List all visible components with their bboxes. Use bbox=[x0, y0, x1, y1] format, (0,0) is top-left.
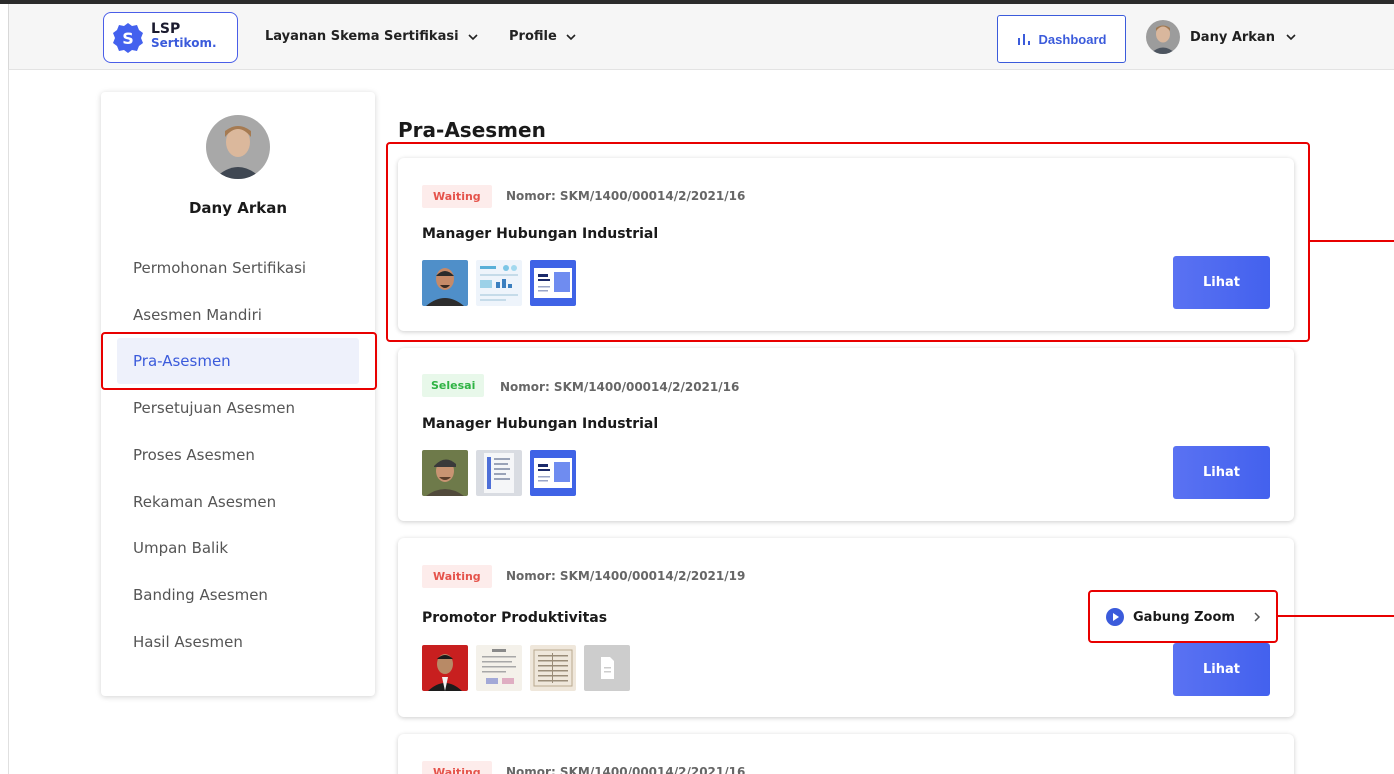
sidebar-item-hasil-asesmen[interactable]: Hasil Asesmen bbox=[133, 633, 243, 651]
lihat-button[interactable]: Lihat bbox=[1173, 256, 1270, 309]
bar-chart-icon bbox=[1017, 34, 1030, 45]
document-thumbnails bbox=[422, 260, 576, 306]
chevron-down-icon bbox=[467, 33, 478, 40]
card-title: Manager Hubungan Industrial bbox=[422, 226, 659, 242]
chevron-down-icon bbox=[566, 33, 576, 40]
status-badge: Waiting bbox=[422, 565, 492, 588]
document-thumbnail[interactable] bbox=[530, 645, 576, 691]
avatar bbox=[1146, 20, 1180, 54]
document-thumbnail[interactable] bbox=[476, 450, 522, 496]
svg-text:S: S bbox=[122, 29, 134, 48]
lihat-button[interactable]: Lihat bbox=[1173, 643, 1270, 696]
sidebar: Dany Arkan Permohonan Sertifikasi Asesme… bbox=[101, 92, 375, 696]
photo-thumbnail[interactable] bbox=[422, 645, 468, 691]
sidebar-item-asesmen-mandiri[interactable]: Asesmen Mandiri bbox=[133, 306, 262, 324]
assessment-card: Waiting Nomor: SKM/1400/00014/2/2021/19 … bbox=[398, 538, 1294, 717]
sidebar-item-rekaman-asesmen[interactable]: Rekaman Asesmen bbox=[133, 493, 276, 511]
document-thumbnail[interactable] bbox=[476, 260, 522, 306]
document-thumbnail[interactable] bbox=[530, 450, 576, 496]
sidebar-user-name: Dany Arkan bbox=[188, 199, 288, 217]
nav-profile-label: Profile bbox=[509, 29, 557, 44]
chevron-down-icon bbox=[1286, 34, 1296, 41]
file-placeholder-icon[interactable] bbox=[584, 645, 630, 691]
logo-text-sertikom: Sertikom. bbox=[151, 36, 217, 50]
lihat-button[interactable]: Lihat bbox=[1173, 446, 1270, 499]
annotation-line bbox=[1278, 615, 1394, 617]
dashboard-button[interactable]: Dashboard bbox=[997, 15, 1126, 63]
sidebar-item-pra-asesmen[interactable]: Pra-Asesmen bbox=[117, 338, 359, 384]
gabung-zoom-label: Gabung Zoom bbox=[1133, 609, 1235, 625]
sidebar-item-persetujuan-asesmen[interactable]: Persetujuan Asesmen bbox=[133, 399, 295, 417]
card-title: Promotor Produktivitas bbox=[422, 610, 608, 626]
play-circle-icon bbox=[1106, 608, 1124, 626]
assessment-card: Waiting Nomor: SKM/1400/00014/2/2021/16 bbox=[398, 734, 1294, 774]
status-badge: Waiting bbox=[422, 761, 492, 774]
sidebar-item-label: Pra-Asesmen bbox=[133, 352, 231, 370]
document-thumbnail[interactable] bbox=[476, 645, 522, 691]
user-name: Dany Arkan bbox=[1190, 29, 1275, 45]
document-thumbnails bbox=[422, 450, 576, 496]
sidebar-item-proses-asesmen[interactable]: Proses Asesmen bbox=[133, 446, 255, 464]
top-navbar: S LSP Sertikom. Layanan Skema Sertifikas… bbox=[8, 4, 1394, 70]
annotation-line bbox=[1310, 240, 1394, 242]
user-menu[interactable]: Dany Arkan bbox=[1146, 20, 1297, 54]
status-badge: Selesai bbox=[422, 374, 485, 397]
chevron-right-icon bbox=[1254, 612, 1260, 622]
nav-layanan-dropdown[interactable]: Layanan Skema Sertifikasi bbox=[265, 29, 479, 44]
card-nomor: Nomor: SKM/1400/00014/2/2021/16 bbox=[506, 189, 746, 203]
photo-thumbnail[interactable] bbox=[422, 260, 468, 306]
gabung-zoom-link[interactable]: Gabung Zoom bbox=[1106, 608, 1264, 626]
card-nomor: Nomor: SKM/1400/00014/2/2021/19 bbox=[506, 569, 746, 583]
document-thumbnails bbox=[422, 645, 630, 691]
dashboard-label: Dashboard bbox=[1038, 31, 1107, 47]
logo-badge-icon: S bbox=[113, 23, 143, 53]
card-nomor: Nomor: SKM/1400/00014/2/2021/16 bbox=[500, 380, 740, 394]
sidebar-item-permohonan-sertifikasi[interactable]: Permohonan Sertifikasi bbox=[133, 259, 306, 277]
assessment-card: Waiting Nomor: SKM/1400/00014/2/2021/16 … bbox=[398, 158, 1294, 331]
sidebar-item-banding-asesmen[interactable]: Banding Asesmen bbox=[133, 586, 268, 604]
card-title: Manager Hubungan Industrial bbox=[422, 416, 659, 432]
status-badge: Waiting bbox=[422, 185, 492, 208]
card-nomor: Nomor: SKM/1400/00014/2/2021/16 bbox=[506, 765, 746, 774]
nav-profile-dropdown[interactable]: Profile bbox=[509, 29, 577, 44]
logo-text-lsp: LSP bbox=[151, 21, 181, 37]
photo-thumbnail[interactable] bbox=[422, 450, 468, 496]
logo[interactable]: S LSP Sertikom. bbox=[103, 12, 238, 63]
nav-layanan-label: Layanan Skema Sertifikasi bbox=[265, 29, 459, 44]
assessment-card: Selesai Nomor: SKM/1400/00014/2/2021/16 … bbox=[398, 348, 1294, 521]
sidebar-item-umpan-balik[interactable]: Umpan Balik bbox=[133, 539, 228, 557]
window-left-border bbox=[8, 70, 9, 774]
page-title: Pra-Asesmen bbox=[398, 118, 546, 142]
document-thumbnail[interactable] bbox=[530, 260, 576, 306]
avatar bbox=[206, 115, 270, 179]
